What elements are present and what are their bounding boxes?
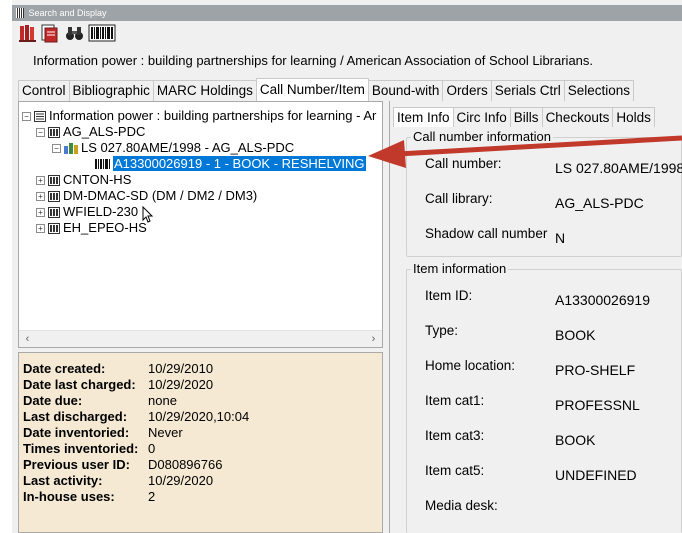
library-icon bbox=[48, 222, 60, 238]
detail-date-last-charged: Date last charged: 10/29/2020 bbox=[23, 377, 214, 392]
holdings-icon[interactable] bbox=[39, 22, 63, 44]
tree-callnum-label: LS 027.80AME/1998 - AG_ALS-PDC bbox=[81, 140, 295, 155]
shadow-callnum-label: Shadow call number bbox=[425, 226, 548, 241]
callnumber-info-legend: Call number information bbox=[411, 129, 554, 145]
item-cat3-label: Item cat3: bbox=[425, 428, 485, 443]
expand-icon[interactable]: + bbox=[36, 208, 45, 217]
horizontal-scrollbar[interactable]: ‹ › bbox=[19, 330, 382, 347]
scroll-right-icon[interactable]: › bbox=[365, 331, 382, 347]
item-detail-panel: Date created: 10/29/2010 Date last charg… bbox=[18, 352, 383, 533]
call-library-label: Call library: bbox=[425, 191, 493, 206]
item-cat1-label: Item cat1: bbox=[425, 393, 485, 408]
holdings-tree: − Information power : building partnershi… bbox=[18, 101, 383, 348]
tab-serials-ctrl[interactable]: Serials Ctrl bbox=[490, 80, 565, 101]
tree-item-label: A13300026919 - 1 - BOOK - RESHELVING bbox=[113, 156, 366, 171]
collapse-icon[interactable]: − bbox=[52, 144, 61, 153]
tab-selections[interactable]: Selections bbox=[563, 80, 635, 101]
tab-circ-info[interactable]: Circ Info bbox=[452, 107, 511, 127]
callnumber-info-group: Call number information Call number: LS … bbox=[406, 129, 682, 257]
binoculars-icon[interactable] bbox=[63, 22, 87, 44]
detail-in-house-uses: In-house uses: 2 bbox=[23, 489, 156, 504]
title-bar: Search and Display bbox=[12, 5, 682, 21]
item-cat5-value: UNDEFINED bbox=[555, 467, 637, 483]
tab-bills[interactable]: Bills bbox=[509, 107, 543, 127]
item-cat3-value: BOOK bbox=[555, 432, 596, 448]
tab-control[interactable]: Control bbox=[18, 80, 70, 101]
collapse-icon[interactable]: − bbox=[22, 112, 31, 121]
detail-previous-user: Previous user ID: D080896766 bbox=[23, 457, 223, 472]
tab-bibliographic[interactable]: Bibliographic bbox=[68, 80, 154, 101]
search-display-window: Search and Display Information power : b… bbox=[12, 0, 682, 533]
tab-orders[interactable]: Orders bbox=[442, 80, 492, 101]
tab-checkouts[interactable]: Checkouts bbox=[541, 107, 614, 127]
item-cat1-value: PROFESSNL bbox=[555, 397, 640, 413]
detail-last-discharged: Last discharged: 10/29/2020,10:04 bbox=[23, 409, 250, 424]
tab-marc-holdings[interactable]: MARC Holdings bbox=[152, 80, 257, 101]
detail-times-inventoried: Times inventoried: 0 bbox=[23, 441, 156, 456]
tree-item-selected[interactable]: A13300026919 - 1 - BOOK - RESHELVING bbox=[95, 156, 366, 172]
item-info-group: Item information Item ID: A13300026919 T… bbox=[406, 261, 682, 533]
item-tabs: Item Info Circ Info Bills Checkouts Hold… bbox=[393, 107, 655, 127]
mouse-cursor-icon bbox=[142, 206, 154, 223]
tree-callnum[interactable]: − LS 027.80AME/1998 - AG_ALS-PDC bbox=[52, 140, 295, 156]
detail-date-due: Date due: none bbox=[23, 393, 177, 408]
books-icon[interactable] bbox=[17, 22, 41, 44]
call-number-label: Call number: bbox=[425, 156, 502, 171]
tab-bound-with[interactable]: Bound-with bbox=[367, 80, 444, 101]
tree-library-dm[interactable]: + DM-DMAC-SD (DM / DM2 / DM3) bbox=[36, 188, 258, 204]
callnumber-icon bbox=[64, 142, 78, 158]
tab-holds[interactable]: Holds bbox=[612, 107, 655, 127]
tree-library-wfield[interactable]: + WFIELD-230 bbox=[36, 204, 139, 220]
window-title: Search and Display bbox=[28, 8, 107, 18]
call-number-value: LS 027.80AME/1998 bbox=[555, 160, 682, 176]
barcode-icon[interactable] bbox=[87, 22, 116, 44]
tree-library-ag-label: AG_ALS-PDC bbox=[63, 124, 146, 139]
shadow-callnum-value: N bbox=[555, 230, 566, 246]
expand-icon[interactable]: + bbox=[36, 176, 45, 185]
tab-item-info[interactable]: Item Info bbox=[393, 107, 454, 127]
app-icon bbox=[16, 8, 24, 18]
item-info-pane: Item Info Circ Info Bills Checkouts Hold… bbox=[389, 101, 682, 533]
expand-icon[interactable]: + bbox=[36, 192, 45, 201]
item-id-value: A13300026919 bbox=[555, 292, 650, 308]
tree-library-cnton[interactable]: + CNTON-HS bbox=[36, 172, 132, 188]
scroll-left-icon[interactable]: ‹ bbox=[19, 331, 36, 347]
item-info-legend: Item information bbox=[411, 261, 509, 277]
tree-root[interactable]: − Information power : building partnershi… bbox=[22, 108, 377, 124]
expand-icon[interactable]: + bbox=[36, 224, 45, 233]
home-location-value: PRO-SHELF bbox=[555, 362, 636, 378]
collapse-icon[interactable]: − bbox=[36, 128, 45, 137]
main-tabs: Control Bibliographic MARC Holdings Call… bbox=[18, 78, 635, 101]
tree-library-ag[interactable]: − AG_ALS-PDC bbox=[36, 124, 146, 140]
item-id-label: Item ID: bbox=[425, 288, 473, 303]
detail-date-inventoried: Date inventoried: Never bbox=[23, 425, 183, 440]
detail-date-created: Date created: 10/29/2010 bbox=[23, 361, 214, 376]
home-location-label: Home location: bbox=[425, 358, 516, 373]
tab-call-number-item[interactable]: Call Number/Item bbox=[255, 78, 369, 101]
tree-root-label: Information power : building partnership… bbox=[49, 108, 377, 123]
type-label: Type: bbox=[425, 323, 459, 338]
media-desk-label: Media desk: bbox=[425, 498, 498, 513]
tree-library-eh[interactable]: + EH_EPEO-HS bbox=[36, 220, 148, 236]
record-title: Information power : building partnership… bbox=[12, 48, 682, 74]
item-cat5-label: Item cat5: bbox=[425, 463, 485, 478]
call-library-value: AG_ALS-PDC bbox=[555, 195, 644, 211]
type-value: BOOK bbox=[555, 327, 596, 343]
detail-last-activity: Last activity: 10/29/2020 bbox=[23, 473, 214, 488]
